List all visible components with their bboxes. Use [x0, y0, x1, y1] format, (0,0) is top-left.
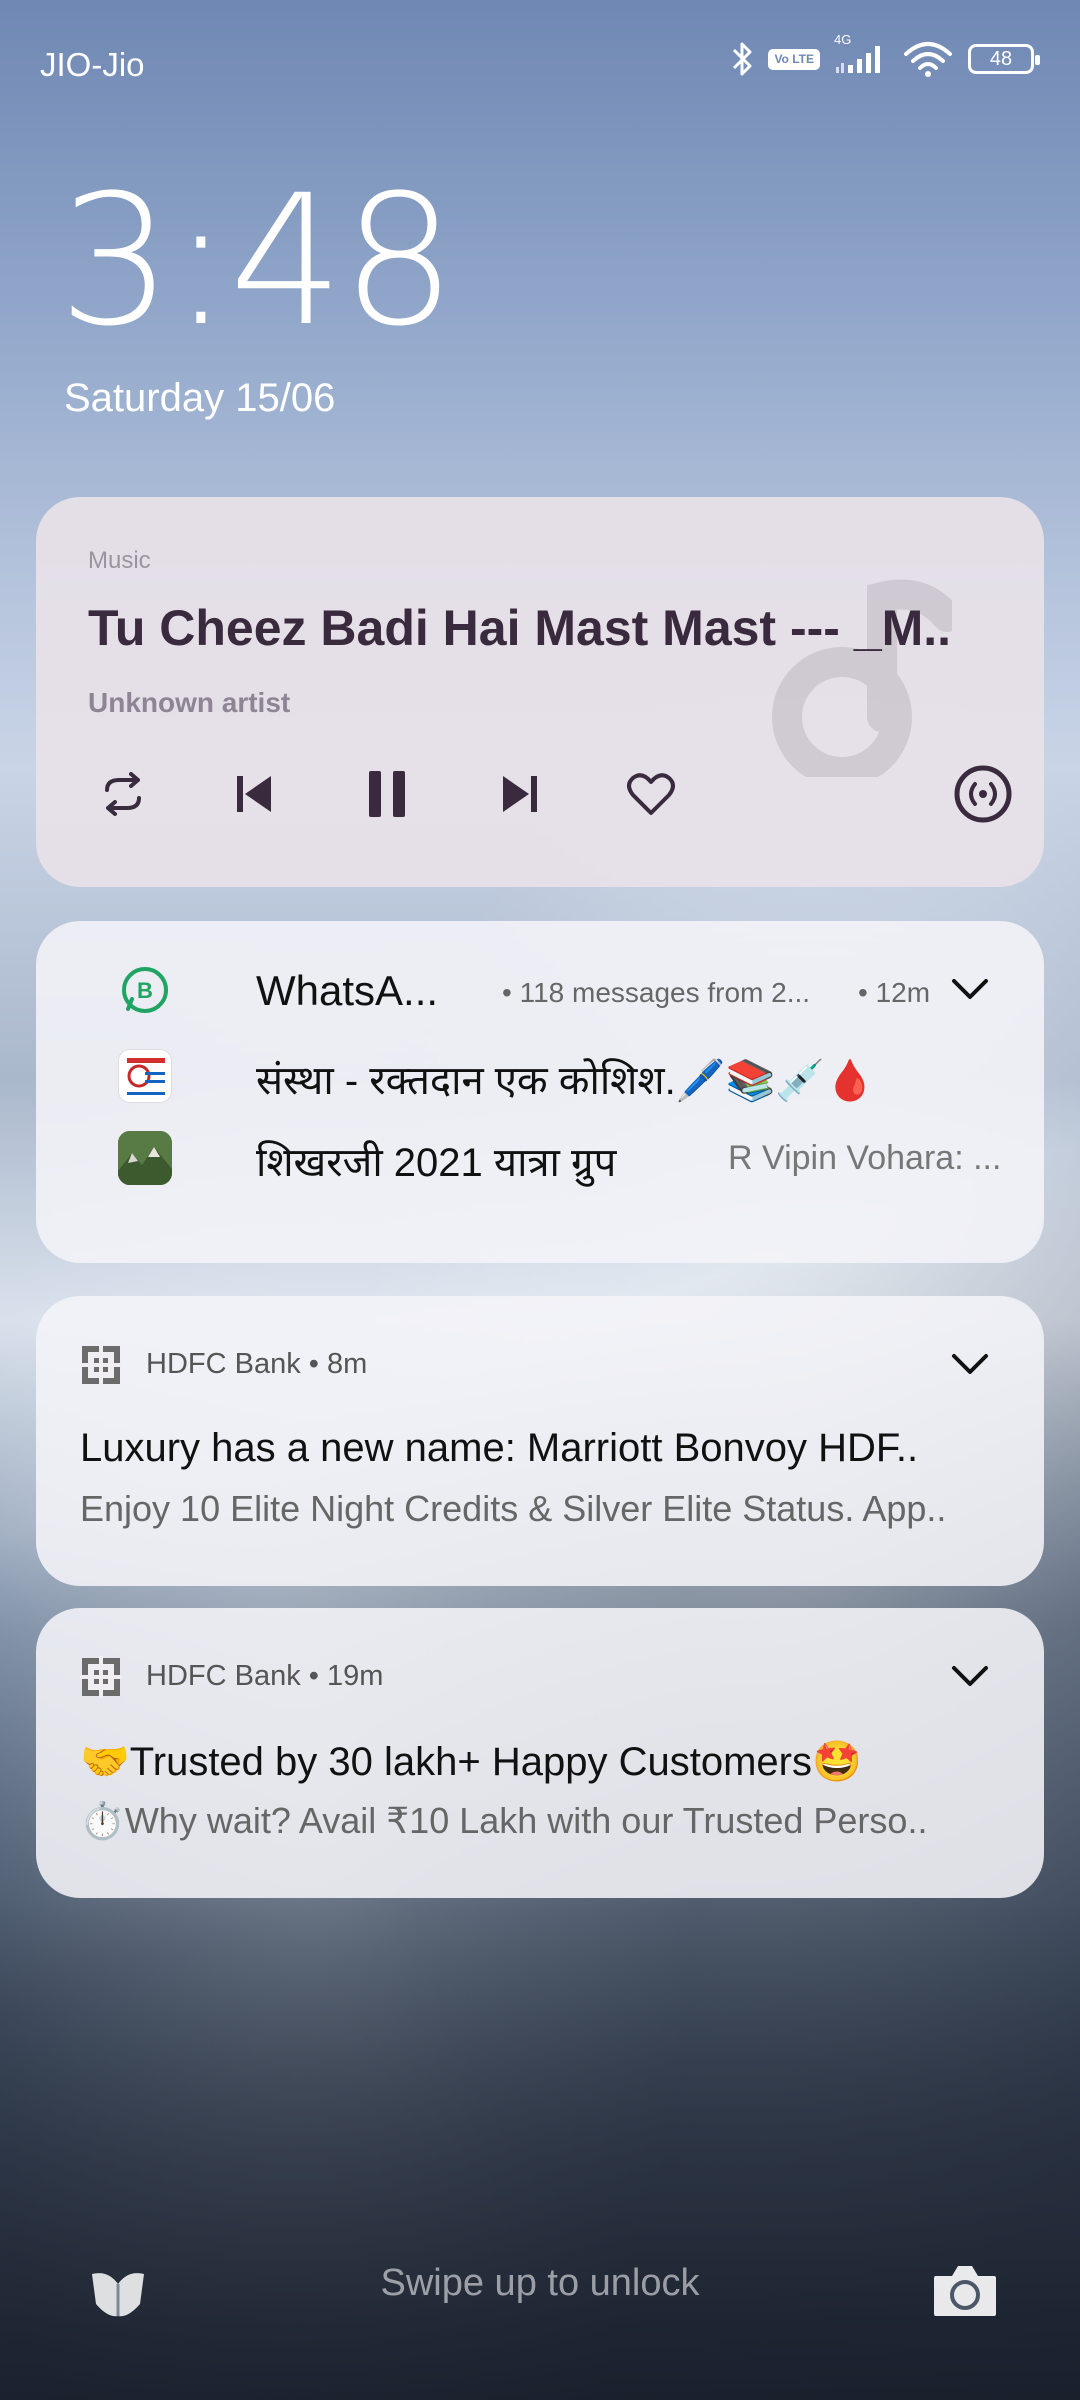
music-app-label: Music — [88, 547, 151, 574]
chevron-down-icon[interactable] — [948, 1342, 992, 1386]
lockscreen-date: Saturday 15/06 — [64, 376, 336, 420]
next-icon[interactable] — [484, 759, 554, 829]
previous-icon[interactable] — [220, 759, 290, 829]
bluetooth-icon — [732, 41, 754, 77]
notification-app-name: HDFC Bank — [146, 1660, 301, 1692]
notification-app-name: HDFC Bank — [146, 1348, 301, 1380]
chevron-down-icon[interactable] — [948, 967, 992, 1011]
whatsapp-notification[interactable]: B WhatsA... • 118 messages from 2... • 1… — [36, 921, 1044, 1263]
hdfc-bank-icon — [80, 1344, 122, 1386]
whatsapp-app-name: WhatsA... — [256, 967, 439, 1014]
conversation-title: शिखरजी 2021 यात्रा ग्रुप — [256, 1141, 617, 1185]
hdfc-notification[interactable]: HDFC Bank • 19m 🤝Trusted by 30 lakh+ Hap… — [36, 1608, 1044, 1898]
status-icons: Vo LTE 4G 48 — [732, 33, 1040, 78]
whatsapp-time: • 12m — [858, 977, 931, 1008]
notification-body: ⏱️Why wait? Avail ₹10 Lakh with our Trus… — [80, 1800, 928, 1841]
whatsapp-header: B WhatsA... • 118 messages from 2... • 1… — [36, 959, 1044, 1019]
group-avatar — [118, 1049, 172, 1103]
wallpaper-shadow — [0, 1900, 1080, 2400]
notification-header: HDFC Bank • 19m — [146, 1660, 383, 1693]
swipe-up-hint: Swipe up to unlock — [380, 2262, 700, 2304]
battery-level: 48 — [989, 47, 1013, 70]
lockscreen-clock: 3:48 — [58, 157, 456, 366]
network-type: 4G — [834, 32, 852, 47]
battery-icon: 48 — [968, 44, 1040, 74]
conversation-title: संस्था - रक्तदान एक कोशिश.🖊️📚💉🩸 — [256, 1059, 875, 1103]
hdfc-notification[interactable]: HDFC Bank • 8m Luxury has a new name: Ma… — [36, 1296, 1044, 1586]
music-player-card[interactable]: Music Tu Cheez Badi Hai Mast Mast --- _M… — [36, 497, 1044, 887]
conversation-row[interactable]: शिखरजी 2021 यात्रा ग्रुप R Vipin Vohara:… — [36, 1127, 1044, 1187]
notification-title: 🤝Trusted by 30 lakh+ Happy Customers🤩 — [80, 1740, 862, 1784]
status-bar: JIO-Jio Vo LTE 4G 48 — [0, 0, 1080, 120]
signal-icon: 4G — [834, 33, 888, 75]
svg-text:B: B — [137, 978, 153, 1003]
chevron-down-icon[interactable] — [948, 1654, 992, 1698]
notification-title: Luxury has a new name: Marriott Bonvoy H… — [80, 1426, 919, 1470]
notification-time: • 8m — [308, 1348, 368, 1380]
pause-icon[interactable] — [352, 759, 422, 829]
camera-icon[interactable] — [932, 2262, 998, 2318]
notification-body: Enjoy 10 Elite Night Credits & Silver El… — [80, 1488, 947, 1529]
wifi-icon — [902, 40, 954, 78]
carrier-name: JIO-Jio — [40, 46, 145, 83]
conversation-row[interactable]: संस्था - रक्तदान एक कोशिश.🖊️📚💉🩸 — [36, 1045, 1044, 1105]
conversation-preview: R Vipin Vohara: ... — [728, 1139, 1002, 1177]
notification-header: HDFC Bank • 8m — [146, 1348, 367, 1381]
repeat-icon[interactable] — [88, 759, 158, 829]
music-artist: Unknown artist — [88, 687, 291, 718]
music-note-icon — [772, 579, 952, 777]
cast-icon[interactable] — [948, 759, 1018, 829]
group-avatar — [118, 1131, 172, 1185]
whatsapp-business-icon: B — [118, 963, 172, 1017]
volte-icon: Vo LTE — [768, 48, 820, 70]
heart-icon[interactable] — [616, 759, 686, 829]
whatsapp-message-count: • 118 messages from 2... — [502, 977, 811, 1008]
notification-time: • 19m — [308, 1660, 384, 1692]
hdfc-bank-icon — [80, 1656, 122, 1698]
music-controls — [88, 759, 1018, 829]
